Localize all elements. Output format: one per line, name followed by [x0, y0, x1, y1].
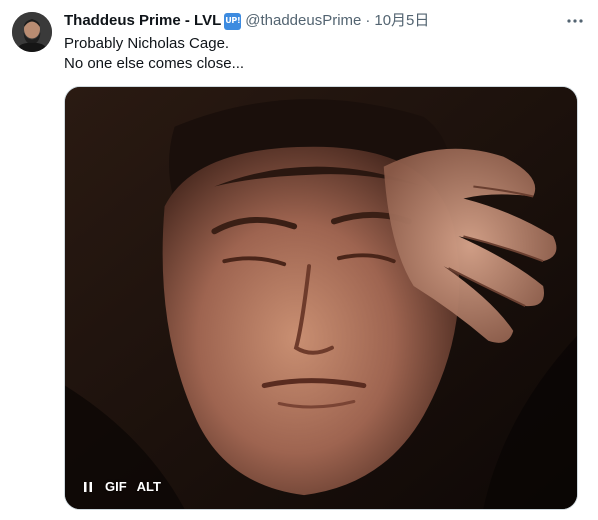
tweet-text: Probably Nicholas Cage. No one else come…	[64, 34, 578, 74]
tweet-header: Thaddeus Prime - LVL UP! @thaddeusPrime …	[64, 10, 558, 32]
pause-button[interactable]	[81, 480, 95, 494]
more-options-button[interactable]	[564, 10, 586, 32]
author-handle[interactable]: @thaddeusPrime	[245, 11, 361, 31]
author-display-name[interactable]: Thaddeus Prime - LVL	[64, 11, 221, 31]
level-up-badge: UP!	[224, 12, 242, 30]
tweet-text-line: Probably Nicholas Cage.	[64, 35, 230, 52]
tweet-date[interactable]: 10月5日	[374, 11, 429, 31]
alt-text-button[interactable]: ALT	[137, 479, 161, 495]
avatar[interactable]	[12, 12, 52, 52]
gif-frame-image	[65, 87, 577, 509]
tweet-text-line: No one else comes close...	[64, 55, 245, 72]
tweet-card: Thaddeus Prime - LVL UP! @thaddeusPrime …	[0, 0, 598, 520]
gif-label: GIF	[105, 479, 127, 494]
pause-icon	[84, 482, 92, 492]
more-horizontal-icon	[567, 19, 583, 23]
gif-media[interactable]: GIF ALT	[64, 86, 578, 510]
header-separator: ·	[365, 12, 371, 29]
gif-controls: GIF ALT	[81, 479, 161, 495]
